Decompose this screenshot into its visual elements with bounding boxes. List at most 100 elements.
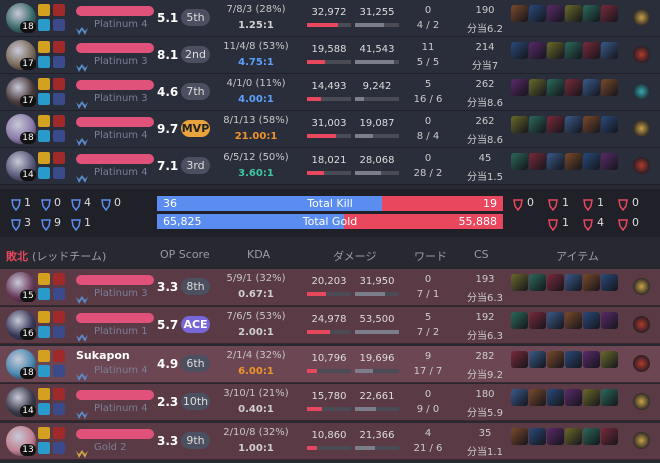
player-row[interactable]: 17 Platinum 3 4.6 7th 4/1/0 (11%) 4.00:1 14,49… [0,74,660,111]
rank-tier-icon [76,290,88,304]
item-icon[interactable] [601,350,618,368]
rune-icon [53,364,65,377]
player-row[interactable]: 14 Platinum 4 2.3 10th 3/10/1 (21%) 0.40:1 15,… [0,384,660,422]
col-damage: ダメージ [333,250,377,263]
item-icon[interactable] [547,5,564,22]
player-row[interactable]: 18 Platinum 4 9.7 MVP 8/1/13 (58%) 21.00:1 31,… [0,111,660,148]
item-icon[interactable] [547,79,564,96]
item-icon[interactable] [547,153,564,170]
item-icon[interactable] [511,312,528,330]
item-icon[interactable] [547,274,564,291]
player-row[interactable]: 16 Platinum 1 5.7 ACE 7/6/5 (53%) 2.00:1 24,97… [0,307,660,345]
item-icon[interactable] [601,116,618,133]
player-row[interactable]: 18 Sukapon Platinum 4 4.9 6th 2/1/4 (32%) 6.00… [0,345,660,383]
item-icon[interactable] [565,312,582,330]
item-icon[interactable] [565,389,582,407]
item-icon[interactable] [547,350,564,368]
item-icon[interactable] [529,153,546,170]
kda-ratio: 2.00:1 [238,327,274,339]
item-icon[interactable] [565,274,582,291]
item-icon[interactable] [583,42,600,59]
item-icon[interactable] [547,312,564,330]
item-icon[interactable] [583,5,600,22]
item-icon[interactable] [529,312,546,330]
item-icon[interactable] [529,389,546,407]
player-name-redacted[interactable] [76,428,154,439]
trinket-icon[interactable] [633,46,650,63]
item-icon[interactable] [583,427,600,445]
trinket-icon[interactable] [633,393,650,411]
item-icon[interactable] [547,42,564,59]
item-icon[interactable] [529,116,546,133]
trinket-icon[interactable] [633,157,650,174]
herald-icon [100,196,112,212]
item-icon[interactable] [565,153,582,170]
item-icon[interactable] [511,427,528,445]
player-name-redacted[interactable] [76,390,154,401]
item-icon[interactable] [601,5,618,22]
wards-placed: 5 [424,312,432,324]
trinket-icon[interactable] [633,316,650,334]
item-icon[interactable] [529,79,546,96]
player-name-redacted[interactable] [76,313,154,324]
trinket-icon[interactable] [633,278,650,295]
item-icon[interactable] [601,274,618,291]
item-icon[interactable] [583,350,600,368]
item-icon[interactable] [529,350,546,368]
item-icon[interactable] [511,153,528,170]
item-icon[interactable] [565,42,582,59]
player-name-redacted[interactable] [76,275,154,285]
item-icon[interactable] [565,427,582,445]
item-icon[interactable] [583,153,600,170]
item-icon[interactable] [547,116,564,133]
item-icon[interactable] [529,427,546,445]
item-icon[interactable] [583,389,600,407]
trinket-icon[interactable] [633,431,650,449]
item-icon[interactable] [511,389,528,407]
item-icon[interactable] [529,42,546,59]
item-icon[interactable] [565,5,582,22]
item-icon[interactable] [511,350,528,368]
item-icon[interactable] [601,312,618,330]
item-icon[interactable] [547,389,564,407]
item-icon[interactable] [565,79,582,96]
trinket-icon[interactable] [633,120,650,137]
player-name-redacted[interactable] [76,117,154,127]
item-icon[interactable] [583,116,600,133]
item-icon[interactable] [511,274,528,291]
item-icon[interactable] [529,274,546,291]
item-icon[interactable] [565,350,582,368]
player-name[interactable]: Sukapon [76,349,154,362]
item-icon[interactable] [583,79,600,96]
creep-score: 193 [475,274,495,285]
player-name-redacted[interactable] [76,6,154,16]
item-icon[interactable] [601,427,618,445]
item-icon[interactable] [511,42,528,59]
item-icon[interactable] [565,116,582,133]
item-icon[interactable] [601,79,618,96]
item-icon[interactable] [601,389,618,407]
item-icon[interactable] [601,42,618,59]
trinket-icon[interactable] [633,354,650,372]
item-icon[interactable] [529,5,546,22]
player-name-redacted[interactable] [76,80,154,90]
player-row[interactable]: 18 Platinum 4 5.1 5th 7/8/3 (28%) 1.25:1 32,97… [0,0,660,37]
player-row[interactable]: 13 Gold 2 3.3 9th 2/10/8 (32%) 1.00:1 10,860 21… [0,422,660,460]
damage-dealt: 10,860 [311,429,347,441]
item-icon[interactable] [547,427,564,445]
damage-dealt-bar [307,171,351,175]
item-icon[interactable] [583,312,600,330]
player-name-redacted[interactable] [76,154,154,164]
item-icon[interactable] [583,274,600,291]
item-icon[interactable] [511,116,528,133]
total-kill-bar: 36 Total Kill 19 [157,196,503,211]
player-name-redacted[interactable] [76,43,154,53]
trinket-icon[interactable] [633,83,650,100]
trinket-icon[interactable] [633,9,650,26]
player-row[interactable]: 15 Platinum 3 3.3 8th 5/9/1 (32%) 0.67:1 20,20… [0,269,660,306]
item-icon[interactable] [511,79,528,96]
item-icon[interactable] [511,5,528,22]
item-icon[interactable] [601,153,618,170]
player-row[interactable]: 14 Platinum 4 7.1 3rd 6/5/12 (50%) 3.60:1 18,0… [0,148,660,185]
player-row[interactable]: 17 Platinum 3 8.1 2nd 11/4/8 (53%) 4.75:1 19,5… [0,37,660,74]
